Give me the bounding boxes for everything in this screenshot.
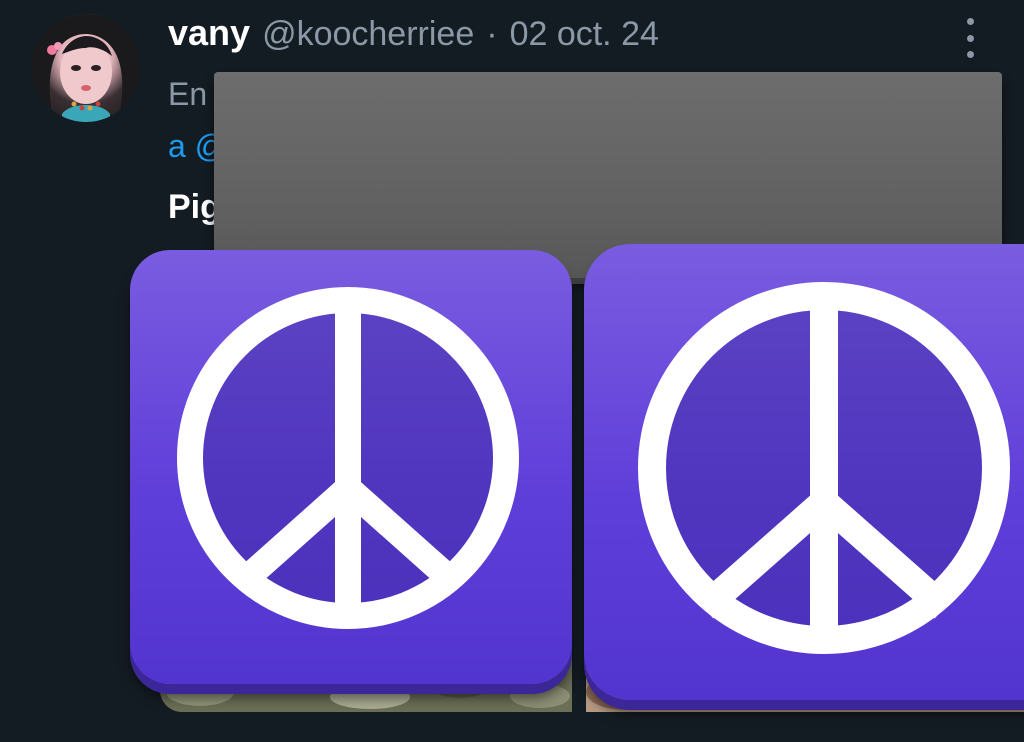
post-text: Pig	[168, 188, 221, 226]
author-name[interactable]: vany	[168, 12, 250, 54]
peace-sign-icon-2	[584, 244, 1024, 700]
author-avatar[interactable]	[32, 14, 140, 122]
avatar-portrait	[32, 14, 140, 122]
author-handle[interactable]: @koocherriee	[262, 15, 474, 54]
header-separator: ·	[486, 15, 498, 53]
more-vertical-icon[interactable]	[958, 18, 982, 58]
reply-context: En	[168, 76, 208, 112]
post-header: vany @koocherriee · 02 oct. 24	[168, 12, 659, 58]
post-date[interactable]: 02 oct. 24	[510, 15, 659, 54]
peace-sign-icon	[130, 250, 572, 684]
